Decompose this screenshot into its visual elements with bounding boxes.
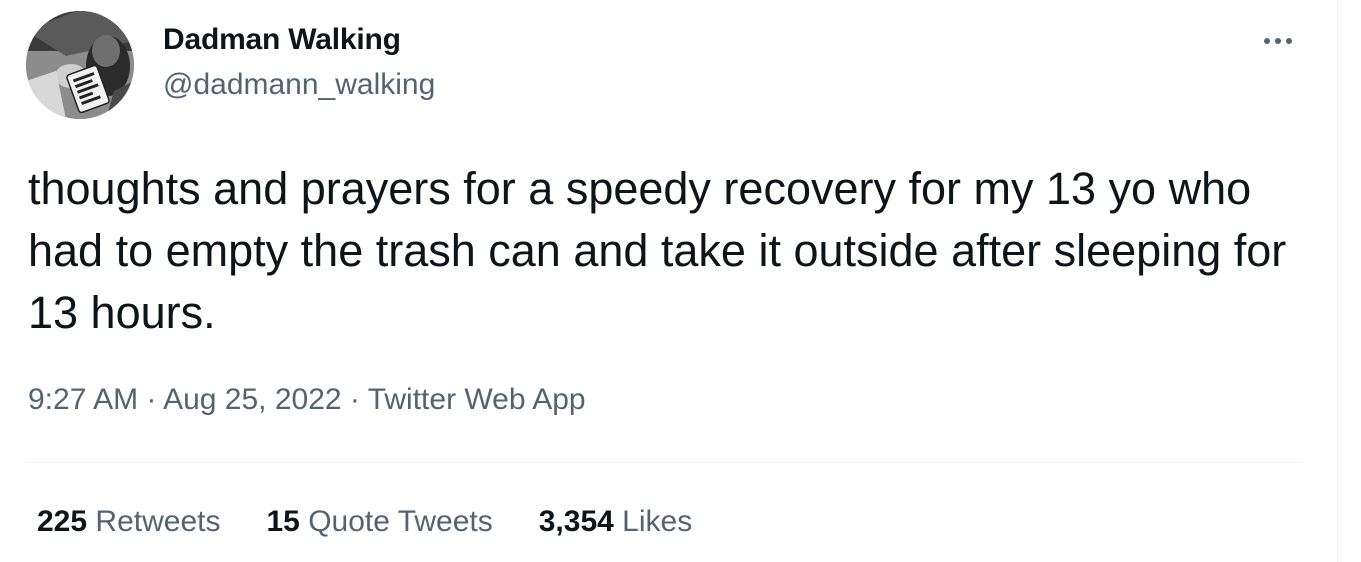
profile-photo-icon [26, 11, 134, 119]
tweet-text: thoughts and prayers for a speedy recove… [28, 163, 1287, 338]
quote-tweets-stat[interactable]: 15 Quote Tweets [266, 505, 492, 539]
retweets-count: 225 [37, 505, 88, 538]
author-name[interactable]: Dadman Walking [163, 23, 401, 57]
avatar[interactable] [26, 11, 134, 119]
meta-separator: · [138, 383, 164, 416]
engagement-stats: 225 Retweets 15 Quote Tweets 3,354 Likes [37, 505, 692, 539]
retweets-label: Retweets [95, 505, 221, 538]
retweets-stat[interactable]: 225 Retweets [37, 505, 220, 539]
ellipsis-icon [1275, 38, 1281, 44]
tweet-metadata: 9:27 AM · Aug 25, 2022 · Twitter Web App [28, 383, 586, 417]
ellipsis-icon [1264, 38, 1270, 44]
tweet-source: Twitter Web App [367, 383, 586, 416]
likes-count: 3,354 [538, 505, 614, 538]
ellipsis-icon [1286, 38, 1292, 44]
quote-tweets-count: 15 [266, 505, 300, 538]
quote-tweets-label: Quote Tweets [308, 505, 493, 538]
author-handle[interactable]: @dadmann_walking [163, 68, 435, 102]
likes-stat[interactable]: 3,354 Likes [539, 505, 692, 539]
meta-separator: · [341, 383, 368, 416]
divider [26, 462, 1302, 463]
more-options-button[interactable] [1258, 26, 1298, 56]
tweet-container: Dadman Walking @dadmann_walking thoughts… [0, 0, 1361, 562]
tweet-time[interactable]: 9:27 AM [28, 383, 138, 416]
likes-label: Likes [622, 505, 693, 538]
tweet-date[interactable]: Aug 25, 2022 [163, 383, 342, 416]
column-border [1337, 0, 1338, 562]
